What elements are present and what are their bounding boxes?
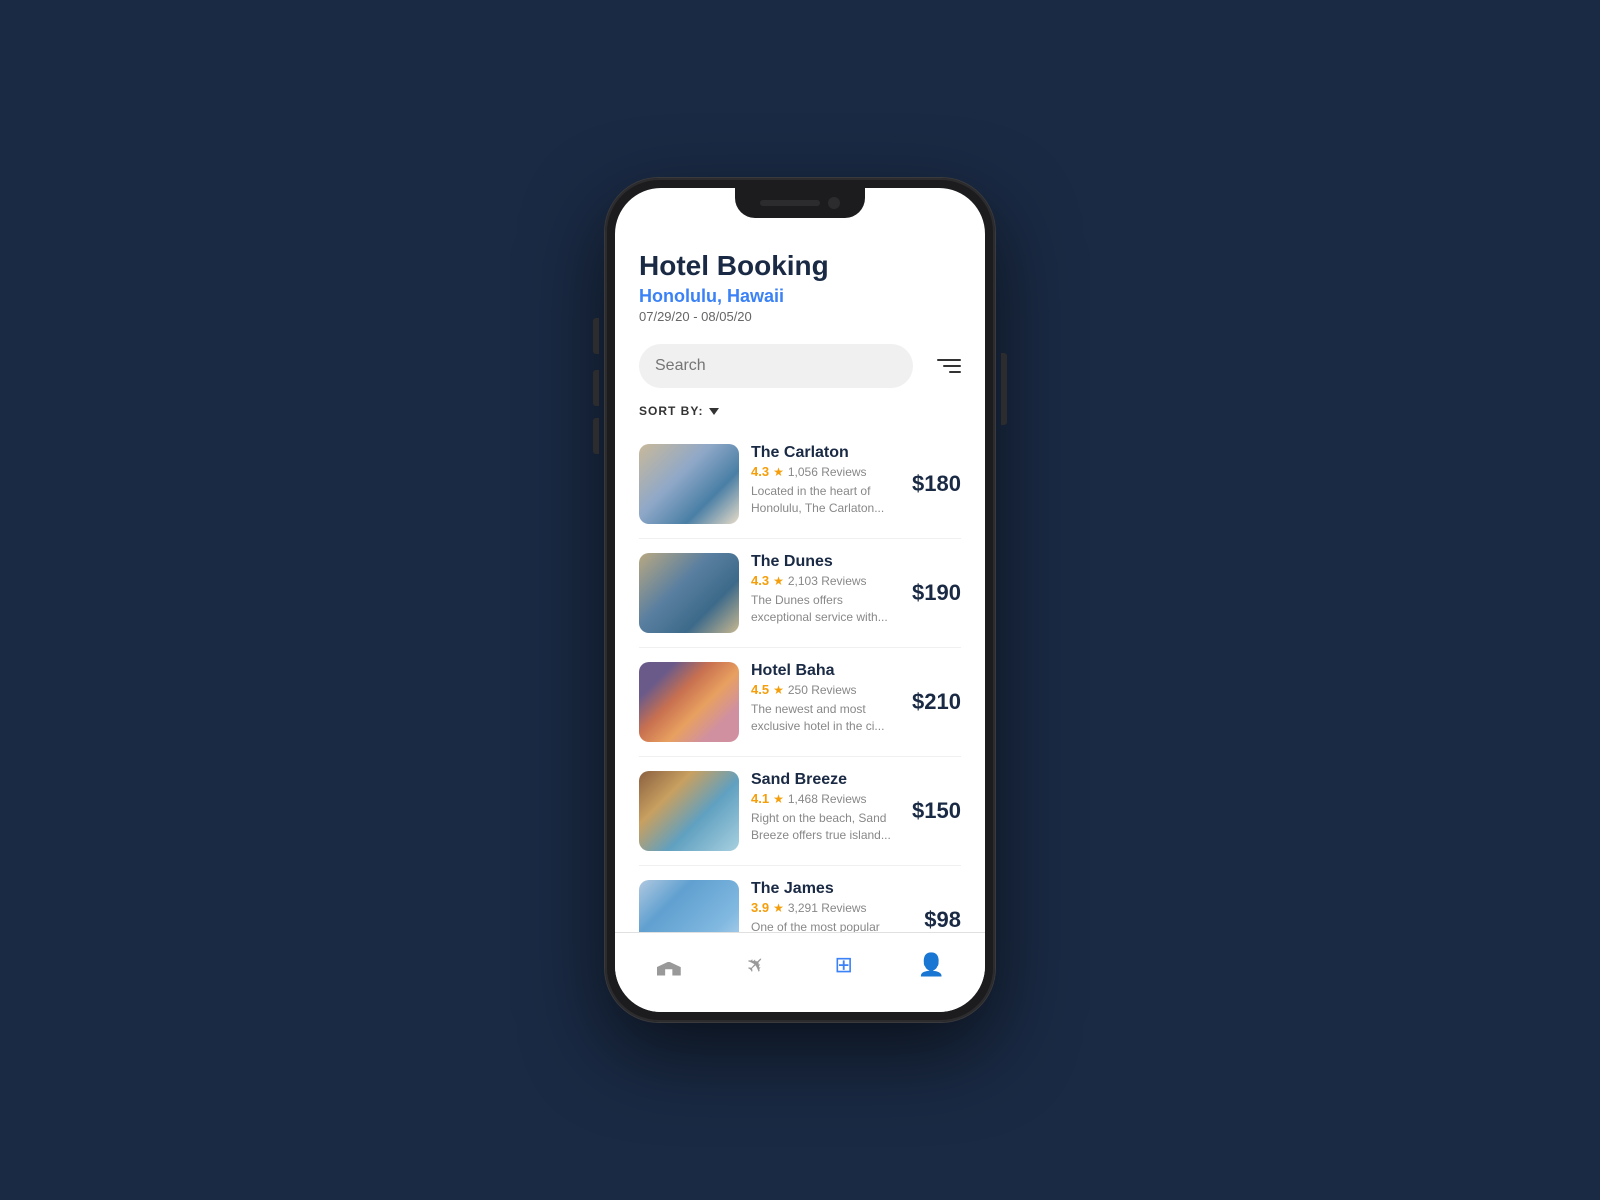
star-icon-baha: ★ — [773, 683, 784, 697]
hotel-price-dunes: $190 — [912, 580, 961, 606]
hotel-rating-row-baha: 4.5 ★ 250 Reviews — [751, 682, 900, 697]
star-icon-dunes: ★ — [773, 574, 784, 588]
hotel-reviews-baha: 250 Reviews — [788, 683, 857, 697]
hotel-card-james[interactable]: The James 3.9 ★ 3,291 Reviews One of the… — [639, 866, 961, 932]
hotel-image-baha — [639, 662, 739, 742]
hotel-desc-carlaton: Located in the heart of Honolulu, The Ca… — [751, 483, 900, 517]
hotel-card-carlaton[interactable]: The Carlaton 4.3 ★ 1,056 Reviews Located… — [639, 430, 961, 539]
hotel-name-dunes: The Dunes — [751, 553, 900, 571]
hotel-desc-james: One of the most popular hotels in the ci… — [751, 919, 912, 932]
hotel-card-baha[interactable]: Hotel Baha 4.5 ★ 250 Reviews The newest … — [639, 648, 961, 757]
home-icon — [655, 951, 683, 979]
plane-icon-shape: ✈ — [741, 949, 772, 980]
hotel-desc-sandbreeze: Right on the beach, Sand Breeze offers t… — [751, 810, 900, 844]
hotel-name-carlaton: The Carlaton — [751, 444, 900, 462]
search-input[interactable] — [639, 344, 913, 388]
hotel-image-carlaton — [639, 444, 739, 524]
hotel-info-james: The James 3.9 ★ 3,291 Reviews One of the… — [751, 880, 912, 932]
hotel-desc-baha: The newest and most exclusive hotel in t… — [751, 701, 900, 735]
notch-camera — [828, 197, 840, 209]
notch-speaker — [760, 200, 820, 206]
hotel-price-sandbreeze: $150 — [912, 798, 961, 824]
phone-frame: Hotel Booking Honolulu, Hawaii 07/29/20 … — [605, 178, 995, 1022]
location-text: Honolulu, Hawaii — [639, 286, 961, 307]
search-row — [639, 344, 961, 388]
sort-label: SORT BY: — [639, 404, 703, 418]
nav-home[interactable] — [639, 943, 699, 987]
hotel-image-james — [639, 880, 739, 932]
hotel-info-sandbreeze: Sand Breeze 4.1 ★ 1,468 Reviews Right on… — [751, 771, 900, 844]
hotel-desc-dunes: The Dunes offers exceptional service wit… — [751, 592, 900, 626]
hotel-info-dunes: The Dunes 4.3 ★ 2,103 Reviews The Dunes … — [751, 553, 900, 626]
hotel-info-baha: Hotel Baha 4.5 ★ 250 Reviews The newest … — [751, 662, 900, 735]
filter-line-2 — [943, 365, 961, 367]
hotel-rating-row-dunes: 4.3 ★ 2,103 Reviews — [751, 573, 900, 588]
hotel-rating-row-carlaton: 4.3 ★ 1,056 Reviews — [751, 464, 900, 479]
hotel-price-carlaton: $180 — [912, 471, 961, 497]
phone-screen: Hotel Booking Honolulu, Hawaii 07/29/20 … — [615, 188, 985, 1012]
hotel-reviews-james: 3,291 Reviews — [788, 901, 867, 915]
profile-icon: 👤 — [917, 951, 945, 979]
star-icon-carlaton: ★ — [773, 465, 784, 479]
hotel-price-baha: $210 — [912, 689, 961, 715]
hotel-icon-shape: ⊞ — [835, 952, 853, 978]
hotel-name-sandbreeze: Sand Breeze — [751, 771, 900, 789]
hotel-card-sandbreeze[interactable]: Sand Breeze 4.1 ★ 1,468 Reviews Right on… — [639, 757, 961, 866]
hotel-list: The Carlaton 4.3 ★ 1,056 Reviews Located… — [639, 430, 961, 932]
hotel-reviews-sandbreeze: 1,468 Reviews — [788, 792, 867, 806]
dates-text: 07/29/20 - 08/05/20 — [639, 309, 961, 324]
hotel-rating-sandbreeze: 4.1 — [751, 791, 769, 806]
hotel-image-sandbreeze — [639, 771, 739, 851]
home-icon-shape — [657, 954, 681, 976]
filter-line-3 — [949, 371, 961, 373]
hotel-rating-row-sandbreeze: 4.1 ★ 1,468 Reviews — [751, 791, 900, 806]
hotel-name-baha: Hotel Baha — [751, 662, 900, 680]
hotel-rating-row-james: 3.9 ★ 3,291 Reviews — [751, 900, 912, 915]
app-title: Hotel Booking — [639, 250, 961, 282]
hotel-card-dunes[interactable]: The Dunes 4.3 ★ 2,103 Reviews The Dunes … — [639, 539, 961, 648]
filter-button[interactable] — [925, 348, 961, 384]
hotel-rating-james: 3.9 — [751, 900, 769, 915]
hotel-name-james: The James — [751, 880, 912, 898]
bottom-nav: ✈ ⊞ 👤 — [615, 932, 985, 1012]
nav-hotel[interactable]: ⊞ — [814, 943, 874, 987]
hotel-reviews-dunes: 2,103 Reviews — [788, 574, 867, 588]
sort-chevron-icon[interactable] — [709, 408, 719, 415]
sort-row: SORT BY: — [639, 404, 961, 418]
phone-notch — [735, 188, 865, 218]
star-icon-james: ★ — [773, 901, 784, 915]
hotel-info-carlaton: The Carlaton 4.3 ★ 1,056 Reviews Located… — [751, 444, 900, 517]
hotel-rating-dunes: 4.3 — [751, 573, 769, 588]
star-icon-sandbreeze: ★ — [773, 792, 784, 806]
hotel-rating-baha: 4.5 — [751, 682, 769, 697]
person-icon-shape: 👤 — [918, 952, 945, 978]
hotel-price-james: $98 — [924, 907, 961, 932]
hotel-image-dunes — [639, 553, 739, 633]
screen-content: Hotel Booking Honolulu, Hawaii 07/29/20 … — [615, 188, 985, 932]
nav-profile[interactable]: 👤 — [901, 943, 961, 987]
hotel-rating-carlaton: 4.3 — [751, 464, 769, 479]
flight-icon: ✈ — [742, 951, 770, 979]
filter-line-1 — [937, 359, 961, 361]
nav-flight[interactable]: ✈ — [726, 943, 786, 987]
hotel-icon: ⊞ — [830, 951, 858, 979]
hotel-reviews-carlaton: 1,056 Reviews — [788, 465, 867, 479]
